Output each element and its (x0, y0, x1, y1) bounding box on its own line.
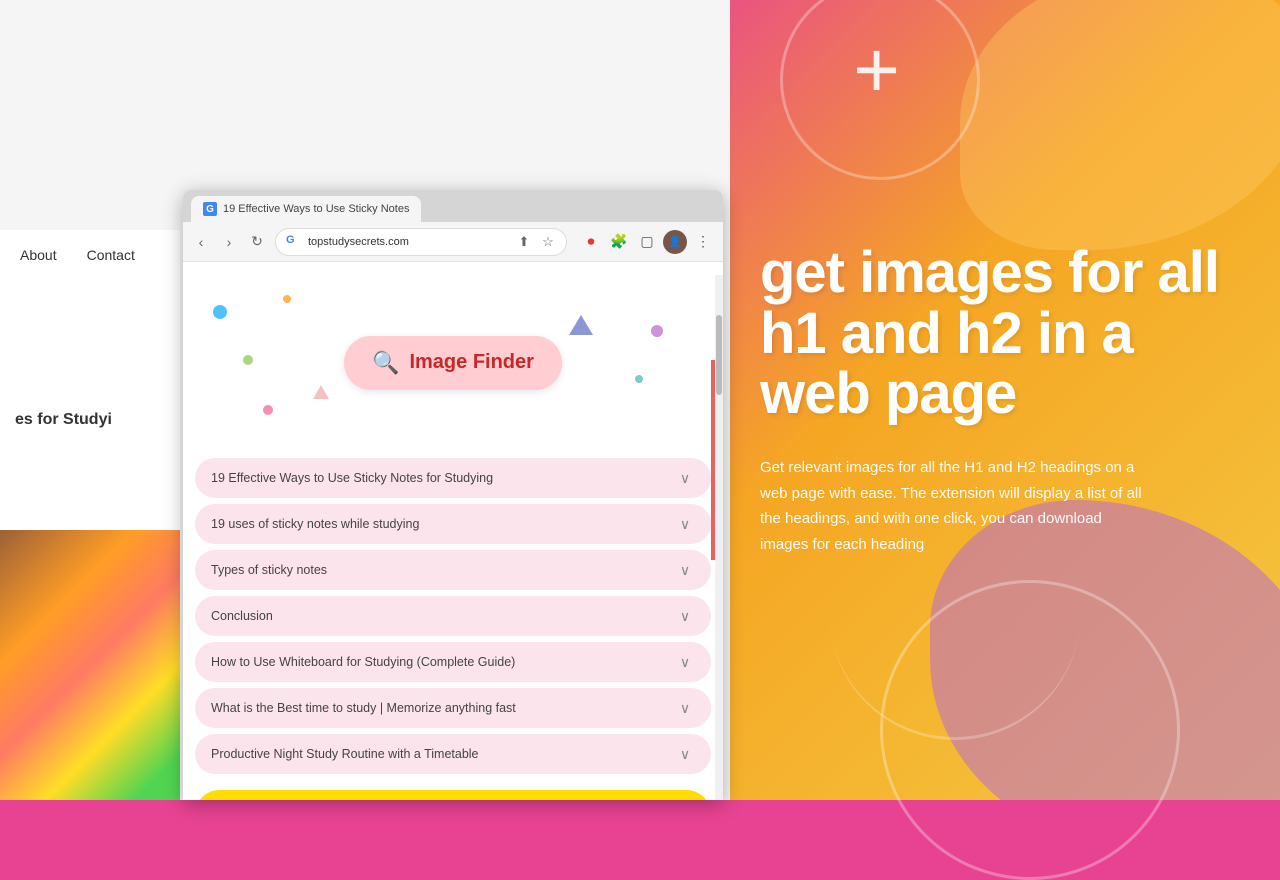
address-icons: ⬆ ☆ (516, 234, 556, 250)
heading-text-4: Conclusion (211, 609, 675, 623)
promo-description: Get relevant images for all the H1 and H… (760, 455, 1150, 557)
record-icon[interactable]: ⏺ (579, 230, 603, 254)
chevron-icon-7: ∨ (675, 744, 695, 764)
heading-list: 19 Effective Ways to Use Sticky Notes fo… (183, 450, 723, 782)
tab-bar: G 19 Effective Ways to Use Sticky Notes (183, 190, 723, 222)
tab-label: 19 Effective Ways to Use Sticky Notes (223, 203, 409, 215)
promo-section: get images for all h1 and h2 in a web pa… (720, 0, 1280, 800)
heading-text-6: What is the Best time to study | Memoriz… (211, 701, 675, 715)
image-finder-badge: 🔍 Image Finder (344, 336, 562, 390)
heading-item-5[interactable]: How to Use Whiteboard for Studying (Comp… (195, 642, 711, 682)
window-icon[interactable]: ▢ (635, 230, 659, 254)
heading-item-7[interactable]: Productive Night Study Routine with a Ti… (195, 734, 711, 774)
decor-dot-4 (651, 325, 663, 337)
chevron-icon-3: ∨ (675, 560, 695, 580)
menu-icon[interactable]: ⋮ (691, 230, 715, 254)
heading-text-2: 19 uses of sticky notes while studying (211, 517, 675, 531)
star-icon[interactable]: ☆ (540, 234, 556, 250)
heading-text-3: Types of sticky notes (211, 563, 675, 577)
reload-button[interactable]: ↻ (247, 232, 267, 252)
decor-dot-5 (635, 375, 643, 383)
triangle-decor-1 (569, 315, 593, 335)
chevron-icon-6: ∨ (675, 698, 695, 718)
chevron-icon-5: ∨ (675, 652, 695, 672)
heading-item-1[interactable]: 19 Effective Ways to Use Sticky Notes fo… (195, 458, 711, 498)
decor-dot-3 (283, 295, 291, 303)
tab-favicon: G (203, 202, 217, 216)
heading-item-4[interactable]: Conclusion ∨ (195, 596, 711, 636)
browser-tab[interactable]: G 19 Effective Ways to Use Sticky Notes (191, 196, 421, 222)
address-bar[interactable]: G topstudysecrets.com ⬆ ☆ (275, 228, 567, 256)
search-icon: 🔍 (372, 350, 399, 376)
heading-text-7: Productive Night Study Routine with a Ti… (211, 747, 675, 761)
google-icon: G (286, 234, 302, 250)
heading-text-5: How to Use Whiteboard for Studying (Comp… (211, 655, 675, 669)
chevron-icon-1: ∨ (675, 468, 695, 488)
website-nav: About Contact (0, 230, 180, 280)
address-text: topstudysecrets.com (308, 236, 510, 248)
decor-dot-1 (213, 305, 227, 319)
extension-popup: 🔍 Image Finder 19 Effective Ways to Use … (183, 275, 723, 800)
image-finder-title: Image Finder (409, 351, 533, 374)
share-icon[interactable]: ⬆ (516, 234, 532, 250)
toolbar-icons: ⏺ 🧩 ▢ 👤 ⋮ (579, 230, 715, 254)
puzzle-icon[interactable]: 🧩 (607, 230, 631, 254)
browser-window: G 19 Effective Ways to Use Sticky Notes … (183, 190, 723, 800)
buy-me-coffee-button[interactable]: ☕ Buy me a coffee (195, 790, 711, 800)
heading-item-6[interactable]: What is the Best time to study | Memoriz… (195, 688, 711, 728)
decor-dot-6 (263, 405, 273, 415)
forward-button[interactable]: › (219, 232, 239, 252)
back-button[interactable]: ‹ (191, 232, 211, 252)
profile-icon[interactable]: 👤 (663, 230, 687, 254)
browser-section: About Contact es for Studyi G 19 Effecti… (0, 0, 730, 800)
address-bar-row: ‹ › ↻ G topstudysecrets.com ⬆ ☆ ⏺ 🧩 ▢ 👤 … (183, 222, 723, 262)
page-heading: es for Studyi (0, 400, 180, 441)
decor-dot-2 (243, 355, 253, 365)
popup-header: 🔍 Image Finder (183, 275, 723, 450)
heading-item-3[interactable]: Types of sticky notes ∨ (195, 550, 711, 590)
chevron-icon-2: ∨ (675, 514, 695, 534)
nav-about[interactable]: About (20, 247, 57, 263)
nav-contact[interactable]: Contact (87, 247, 135, 263)
triangle-decor-2 (313, 385, 329, 399)
heading-item-2[interactable]: 19 uses of sticky notes while studying ∨ (195, 504, 711, 544)
sticky-notes-image (0, 530, 180, 800)
chevron-icon-4: ∨ (675, 606, 695, 626)
promo-headline: get images for all h1 and h2 in a web pa… (760, 243, 1220, 426)
heading-text-1: 19 Effective Ways to Use Sticky Notes fo… (211, 471, 675, 485)
